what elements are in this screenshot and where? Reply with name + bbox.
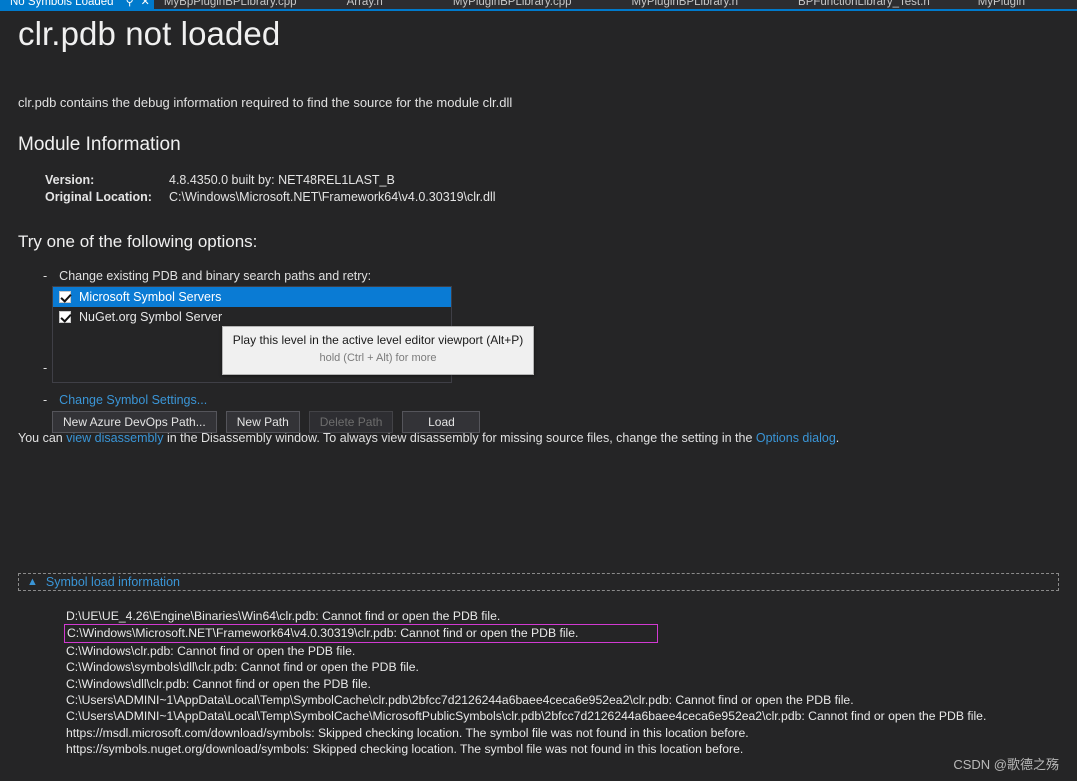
watermark: CSDN @歌德之殇	[953, 757, 1059, 772]
tab-no-symbols-loaded[interactable]: No Symbols Loaded ⚲ ✕	[0, 0, 154, 9]
tab-array-h[interactable]: Array.h	[307, 0, 423, 9]
tab-icon-group: ⚲ ✕	[126, 0, 150, 8]
module-version-value: 4.8.4350.0 built by: NET48REL1LAST_B	[169, 172, 395, 187]
log-line: C:\Windows\symbols\dll\clr.pdb: Cannot f…	[66, 660, 419, 675]
tab-label: BPFunctionLibrary_Test.h	[798, 0, 930, 8]
symbol-path-label: NuGet.org Symbol Server	[79, 310, 223, 324]
visual-studio-no-symbols-loaded-page: No Symbols Loaded ⚲ ✕ MyBpPluginBPLibrar…	[0, 0, 1077, 781]
options-dialog-link[interactable]: Options dialog	[756, 431, 836, 445]
tab-label: MyPluginBPLibrary.h	[631, 0, 739, 8]
symbol-path-row-nuget[interactable]: NuGet.org Symbol Server	[53, 307, 451, 327]
log-line: https://msdl.microsoft.com/download/symb…	[66, 725, 749, 740]
options-heading: Try one of the following options:	[18, 231, 258, 251]
new-azure-devops-path-button[interactable]: New Azure DevOps Path...	[52, 411, 217, 433]
log-line: C:\Windows\dll\clr.pdb: Cannot find or o…	[66, 676, 371, 691]
checkbox-checked-icon[interactable]	[59, 311, 71, 323]
page-title: clr.pdb not loaded	[18, 15, 281, 52]
tab-label: Array.h	[346, 0, 383, 8]
tab-mypluginbplibrary-cpp[interactable]: MyPluginBPLibrary.cpp	[423, 0, 602, 9]
log-line: C:\Users\ADMINI~1\AppData\Local\Temp\Sym…	[66, 693, 854, 708]
load-button[interactable]: Load	[402, 411, 481, 433]
log-line: D:\UE\UE_4.26\Engine\Binaries\Win64\clr.…	[66, 609, 501, 623]
module-version-row: Version: 4.8.4350.0 built by: NET48REL1L…	[45, 172, 1059, 189]
new-path-button[interactable]: New Path	[225, 411, 300, 433]
module-information-heading: Module Information	[18, 134, 181, 155]
tab-bpfunctionlibrary-test-h[interactable]: BPFunctionLibrary_Test.h	[768, 0, 960, 9]
bullet-dash: -	[43, 392, 48, 407]
play-level-tooltip: Play this level in the active level edit…	[222, 326, 534, 375]
symbol-path-row-microsoft[interactable]: Microsoft Symbol Servers	[53, 287, 451, 307]
pin-icon[interactable]: ⚲	[126, 0, 134, 8]
log-line: https://symbols.nuget.org/download/symbo…	[66, 742, 744, 757]
module-location-row: Original Location: C:\Windows\Microsoft.…	[45, 189, 1059, 206]
close-icon[interactable]: ✕	[141, 0, 150, 8]
module-location-label: Original Location:	[45, 189, 152, 204]
tab-label: MyPluginBPLibrary.cpp	[452, 0, 572, 8]
option-change-paths-label: Change existing PDB and binary search pa…	[59, 268, 372, 283]
note-suffix: .	[835, 430, 840, 445]
change-symbol-settings-link[interactable]: Change Symbol Settings...	[59, 393, 207, 407]
option-change-symbol-settings: - Change Symbol Settings...	[43, 393, 1059, 407]
symbol-path-label: Microsoft Symbol Servers	[79, 290, 222, 304]
module-version-label: Version:	[45, 172, 95, 187]
checkbox-checked-icon[interactable]	[59, 291, 71, 303]
tab-mybppluginbplibrary-cpp[interactable]: MyBpPluginBPLibrary.cpp	[154, 0, 307, 9]
tab-mypluginbplibrary-h[interactable]: MyPluginBPLibrary.h	[602, 0, 769, 9]
symbol-load-log: D:\UE\UE_4.26\Engine\Binaries\Win64\clr.…	[63, 608, 1063, 758]
expander-label: Symbol load information	[45, 575, 180, 589]
module-information-table: Version: 4.8.4350.0 built by: NET48REL1L…	[45, 172, 1059, 206]
log-line: C:\Users\ADMINI~1\AppData\Local\Temp\Sym…	[66, 709, 987, 724]
chevron-up-icon: ▲	[27, 575, 38, 588]
option-change-paths: - Change existing PDB and binary search …	[43, 269, 1059, 283]
tab-label: MyPlugin	[977, 0, 1026, 8]
symbol-load-information-expander[interactable]: ▲ Symbol load information	[18, 573, 1059, 591]
tab-label: MyBpPluginBPLibrary.cpp	[163, 0, 297, 8]
log-line: C:\Windows\clr.pdb: Cannot find or open …	[66, 643, 356, 658]
bullet-dash: -	[43, 360, 48, 375]
editor-tab-strip[interactable]: No Symbols Loaded ⚲ ✕ MyBpPluginBPLibrar…	[0, 0, 1077, 11]
page-intro-text: clr.pdb contains the debug information r…	[18, 95, 513, 110]
tooltip-sub-text: hold (Ctrl + Alt) for more	[319, 352, 437, 364]
bullet-dash: -	[43, 268, 48, 283]
symbol-path-button-row: New Azure DevOps Path... New Path Delete…	[52, 411, 481, 433]
tooltip-main-text: Play this level in the active level edit…	[232, 333, 524, 347]
tab-label: No Symbols Loaded	[10, 0, 114, 8]
log-line-highlighted: C:\Windows\Microsoft.NET\Framework64\v4.…	[64, 624, 658, 643]
module-location-value: C:\Windows\Microsoft.NET\Framework64\v4.…	[169, 189, 496, 204]
tab-myplugin[interactable]: MyPlugin	[960, 0, 1043, 9]
delete-path-button: Delete Path	[308, 411, 394, 433]
